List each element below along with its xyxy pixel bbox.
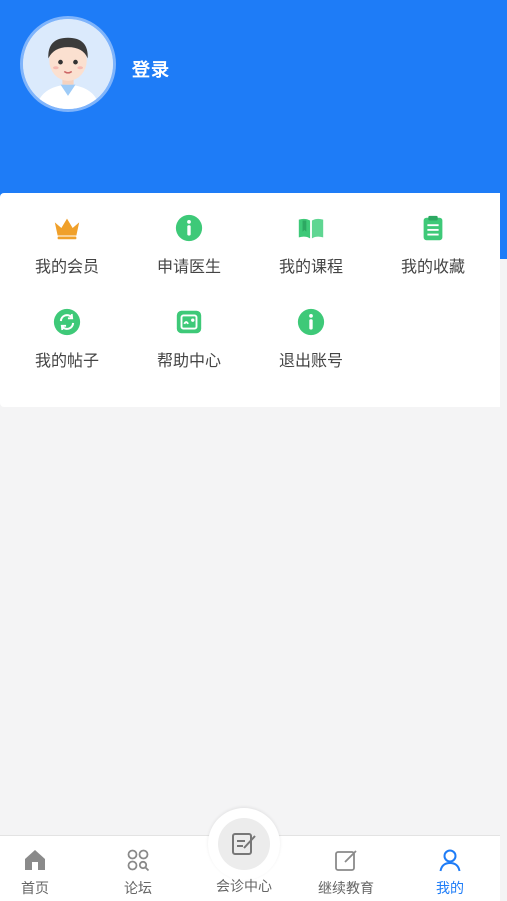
clipboard-icon <box>423 215 443 241</box>
tab-label: 论坛 <box>124 881 152 897</box>
menu-item-label: 帮助中心 <box>156 351 221 370</box>
tab-label: 继续教育 <box>318 881 374 897</box>
menu-item-label: 我的课程 <box>278 257 343 276</box>
menu-item-favorites[interactable]: 我的收藏 <box>372 197 494 277</box>
tab-forum[interactable]: 论坛 <box>88 836 188 901</box>
avatar[interactable] <box>20 16 116 112</box>
tab-consultation-center[interactable] <box>218 818 270 870</box>
edit-icon <box>335 850 357 871</box>
profile-header: 登录 <box>0 0 507 200</box>
tab-label: 会诊中心 <box>216 879 272 895</box>
menu-item-label: 退出账号 <box>278 351 343 370</box>
menu-item-label: 我的会员 <box>34 257 99 276</box>
info-icon <box>297 308 325 336</box>
tab-mine[interactable]: 我的 <box>400 836 500 901</box>
info-icon <box>175 214 203 242</box>
menu-item-help-center[interactable]: 帮助中心 <box>128 291 250 371</box>
tab-home[interactable]: 首页 <box>0 836 85 901</box>
consult-icon <box>232 833 256 855</box>
menu-item-apply-doctor[interactable]: 申请医生 <box>128 197 250 277</box>
tab-continuing-education[interactable]: 继续教育 <box>296 836 396 901</box>
tab-label: 首页 <box>21 881 49 897</box>
menu-item-label: 我的帖子 <box>34 351 99 370</box>
menu-item-label: 申请医生 <box>156 257 221 276</box>
forum-icon <box>127 849 150 872</box>
menu-item-logout[interactable]: 退出账号 <box>250 291 372 371</box>
doctor-avatar-icon <box>23 19 113 109</box>
book-icon <box>298 218 324 239</box>
header-edge-strip <box>500 193 507 259</box>
home-icon <box>25 850 45 870</box>
user-icon <box>439 849 461 872</box>
menu-item-label: 我的收藏 <box>400 257 465 276</box>
crown-icon <box>54 218 80 240</box>
tab-label: 我的 <box>436 881 464 897</box>
login-link[interactable]: 登录 <box>132 56 170 82</box>
menu-item-membership[interactable]: 我的会员 <box>6 197 128 277</box>
menu-grid: 我的会员 申请医生 我的课程 我的收藏 我的帖子 帮助中心 退出账号 <box>0 193 500 407</box>
menu-item-my-courses[interactable]: 我的课程 <box>250 197 372 277</box>
support-icon <box>176 310 202 334</box>
menu-item-my-posts[interactable]: 我的帖子 <box>6 291 128 371</box>
refresh-icon <box>53 308 81 336</box>
